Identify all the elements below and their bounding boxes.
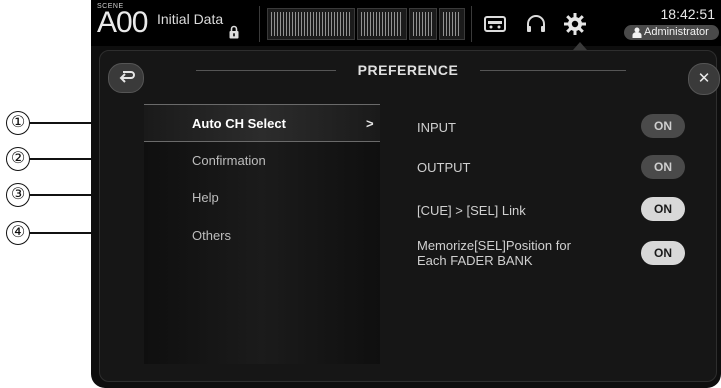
- preference-panel: PREFERENCE ✕ Auto CH Select > Confirmati…: [99, 50, 720, 382]
- callout-number: ②: [6, 147, 30, 171]
- preference-menu: Auto CH Select > Confirmation Help Other…: [144, 104, 380, 364]
- menu-item-label: Help: [192, 190, 219, 205]
- close-button[interactable]: ✕: [688, 63, 720, 95]
- chevron-right-icon: >: [366, 116, 374, 131]
- menu-item-others[interactable]: Others: [144, 217, 380, 253]
- meter-icon[interactable]: [409, 8, 437, 40]
- callout-number: ④: [6, 221, 30, 245]
- output-toggle[interactable]: ON: [641, 155, 685, 179]
- setting-cue-sel-link-label: [CUE] > [SEL] Link: [417, 203, 526, 218]
- menu-item-help[interactable]: Help: [144, 179, 380, 215]
- label-line-1: Memorize[SEL]Position for: [417, 238, 571, 253]
- divider: [259, 6, 260, 42]
- setting-output-label: OUTPUT: [417, 160, 471, 175]
- cue-sel-link-toggle[interactable]: ON: [641, 197, 685, 221]
- menu-item-label: Auto CH Select: [192, 116, 286, 131]
- callout-number: ①: [6, 111, 30, 135]
- callout-number: ③: [6, 183, 30, 207]
- meter-icon[interactable]: [357, 8, 407, 40]
- meter-icon[interactable]: [439, 8, 465, 40]
- title-rule-right: [480, 70, 626, 71]
- menu-item-auto-ch-select[interactable]: Auto CH Select >: [144, 104, 380, 142]
- user-badge[interactable]: Administrator: [624, 25, 719, 40]
- label-line-2: Each FADER BANK: [417, 253, 533, 268]
- input-toggle[interactable]: ON: [641, 114, 685, 138]
- user-name: Administrator: [644, 26, 709, 38]
- lock-icon: [229, 25, 239, 39]
- top-bar: SCENE A00 Initial Data 18:42:51 Administ…: [91, 0, 721, 46]
- popup-pointer: [573, 42, 587, 50]
- menu-item-label: Confirmation: [192, 153, 266, 168]
- menu-item-label: Others: [192, 228, 232, 243]
- memorize-sel-toggle[interactable]: ON: [641, 241, 685, 265]
- recorder-icon[interactable]: [483, 12, 507, 36]
- clock: 18:42:51: [660, 6, 716, 22]
- scene-number[interactable]: A00: [97, 6, 148, 40]
- meter-icon[interactable]: [267, 8, 355, 40]
- menu-item-confirmation[interactable]: Confirmation: [144, 142, 380, 178]
- gear-icon[interactable]: [563, 12, 587, 36]
- scene-title[interactable]: Initial Data: [157, 11, 223, 27]
- setting-memorize-sel-label: Memorize[SEL]Position for Each FADER BAN…: [417, 238, 571, 268]
- user-icon: [632, 27, 642, 38]
- divider: [471, 6, 472, 42]
- headphones-icon[interactable]: [524, 12, 548, 36]
- setting-input-label: INPUT: [417, 120, 456, 135]
- close-icon: ✕: [697, 70, 711, 87]
- device-screen: SCENE A00 Initial Data 18:42:51 Administ…: [91, 0, 721, 388]
